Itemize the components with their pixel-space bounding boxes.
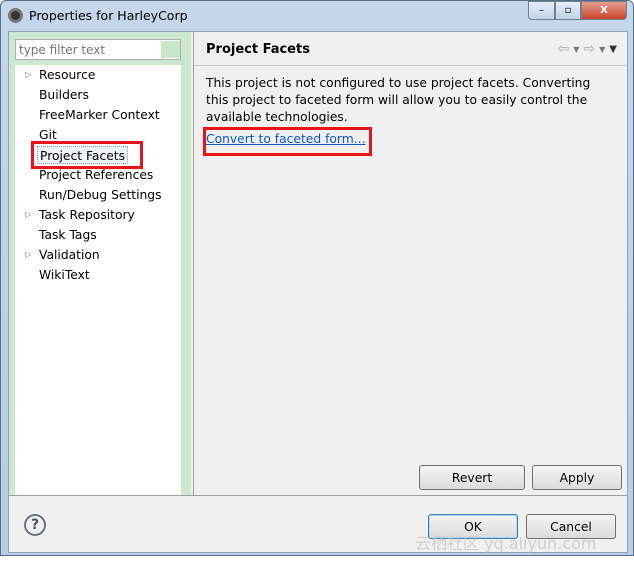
expand-icon[interactable]: ▷: [25, 246, 31, 264]
footer-divider: [9, 495, 627, 496]
highlight-box-convert-link: [203, 127, 372, 156]
maximize-button[interactable]: ▫: [555, 1, 581, 20]
tree-item[interactable]: Validation: [39, 246, 100, 264]
tree-item[interactable]: Resource: [39, 66, 95, 84]
forward-arrow-icon[interactable]: ⇨: [583, 41, 595, 57]
close-button[interactable]: X: [581, 1, 627, 20]
tree-item[interactable]: Run/Debug Settings: [39, 186, 162, 204]
tree-item[interactable]: WikiText: [39, 266, 90, 284]
window-title: Properties for HarleyCorp: [29, 8, 188, 23]
page-title: Project Facets: [206, 42, 310, 57]
tree-item[interactable]: Task Tags: [39, 226, 97, 244]
tree-item[interactable]: Builders: [39, 86, 89, 104]
apply-button[interactable]: Apply: [532, 465, 622, 490]
minimize-button[interactable]: –: [528, 1, 555, 20]
expand-icon[interactable]: ▷: [25, 66, 31, 84]
view-menu-icon[interactable]: ▼: [609, 44, 617, 55]
expand-icon[interactable]: ▷: [25, 206, 31, 224]
forward-dropdown-icon[interactable]: ▼: [599, 45, 605, 54]
property-tree: ▷ Resource Builders FreeMarker Context Git Pr…: [15, 65, 181, 495]
header-divider: [194, 65, 627, 66]
back-dropdown-icon[interactable]: ▼: [573, 45, 579, 54]
properties-dialog: Properties for HarleyCorp – ▫ X ▷ Resourc…: [0, 0, 634, 556]
property-page: Project Facets ⇦ ▼ ⇨ ▼ ▼ This project is n…: [193, 32, 627, 495]
sidebar: ▷ResourceBuildersFreeMarker ContextGitPr…: [9, 32, 191, 495]
page-description: This project is not configured to use pr…: [206, 76, 591, 124]
eclipse-app-icon: [8, 8, 23, 23]
help-icon[interactable]: ?: [24, 514, 46, 536]
tree-item[interactable]: Task Repository: [39, 206, 135, 224]
watermark: 云栖社区 yq.aliyun.com: [415, 534, 597, 553]
filter-clear-button[interactable]: [161, 41, 180, 58]
revert-button[interactable]: Revert: [419, 465, 525, 490]
filter-input[interactable]: [15, 39, 181, 60]
highlight-box-project-facets: [31, 141, 143, 169]
tree-item[interactable]: FreeMarker Context: [39, 106, 160, 124]
back-arrow-icon[interactable]: ⇦: [558, 41, 570, 57]
